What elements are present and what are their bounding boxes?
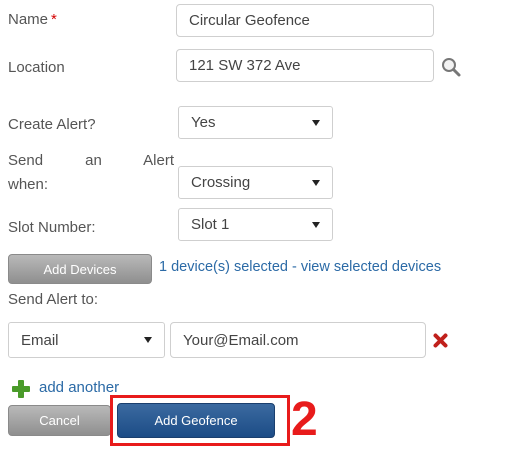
send-alert-when-label-line2: when:: [8, 176, 49, 193]
send-alert-when-label-line1: Send an Alert: [8, 152, 174, 169]
name-field-value: Circular Geofence: [189, 12, 310, 29]
name-label-text: Name: [8, 11, 49, 28]
alert-method-select[interactable]: Email: [8, 322, 165, 358]
chevron-down-icon: [144, 337, 152, 343]
location-label: Location: [8, 59, 65, 76]
send-alert-when-value: Crossing: [191, 174, 251, 191]
slot-number-value: Slot 1: [191, 216, 230, 233]
red-x-icon[interactable]: [433, 333, 448, 348]
chevron-down-icon: [312, 119, 320, 126]
chevron-down-icon: [312, 221, 320, 228]
view-selected-devices-link[interactable]: 1 device(s) selected - view selected dev…: [159, 259, 441, 275]
slot-number-select[interactable]: Slot 1: [178, 208, 333, 241]
required-asterisk: *: [51, 11, 57, 28]
create-alert-label: Create Alert?: [8, 116, 96, 133]
alert-address-field[interactable]: Your@Email.com: [170, 322, 426, 358]
send-alert-to-label: Send Alert to:: [8, 291, 99, 308]
location-field-value: 121 SW 372 Ave: [189, 57, 301, 74]
chevron-down-icon: [312, 179, 320, 186]
add-another-link[interactable]: add another: [39, 379, 119, 396]
create-alert-value: Yes: [191, 114, 216, 131]
name-label: Name *: [8, 11, 57, 28]
name-field[interactable]: Circular Geofence: [176, 4, 434, 37]
magnifier-icon[interactable]: [440, 56, 462, 78]
add-devices-button[interactable]: Add Devices: [8, 254, 152, 284]
send-alert-when-select[interactable]: Crossing: [178, 166, 333, 199]
cancel-button[interactable]: Cancel: [8, 405, 111, 436]
location-field[interactable]: 121 SW 372 Ave: [176, 49, 434, 82]
alert-method-value: Email: [21, 331, 59, 349]
create-alert-select[interactable]: Yes: [178, 106, 333, 139]
slot-number-label: Slot Number:: [8, 219, 96, 236]
green-plus-icon[interactable]: [10, 378, 32, 400]
step-number-annotation: 2: [291, 393, 318, 446]
add-geofence-button[interactable]: Add Geofence: [117, 403, 275, 438]
alert-address-value: Your@Email.com: [183, 331, 299, 349]
